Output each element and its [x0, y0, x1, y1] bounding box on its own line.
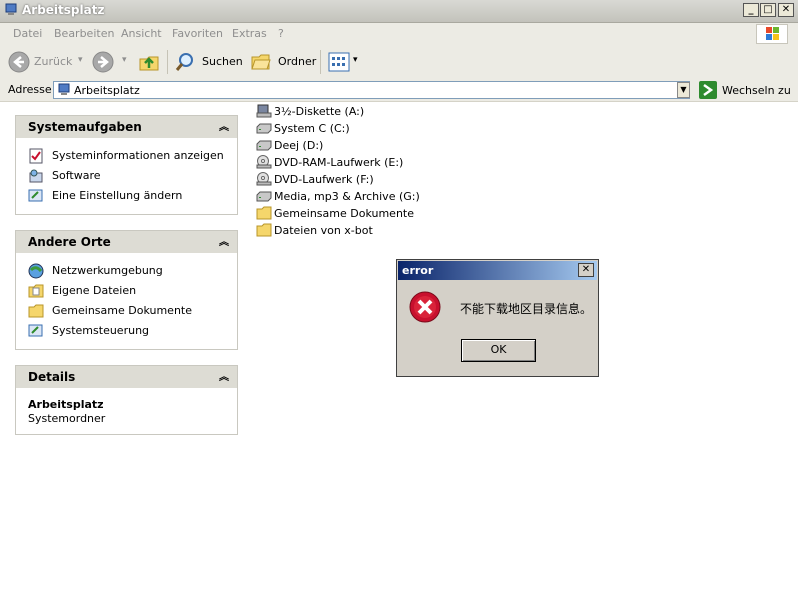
hard-drive-icon — [256, 140, 272, 151]
dialog-title: error — [402, 264, 434, 277]
error-icon — [409, 291, 441, 323]
go-button-label[interactable]: Wechseln zu — [722, 84, 791, 97]
close-button[interactable]: ✕ — [778, 3, 794, 17]
place-label: Netzwerkumgebung — [52, 264, 163, 277]
hard-drive-icon — [256, 123, 272, 134]
drive-label: System C (C:) — [274, 122, 350, 135]
error-dialog: error ✕ 不能下载地区目录信息。 OK — [396, 259, 599, 377]
drive-label: DVD-RAM-Laufwerk (E:) — [274, 156, 404, 169]
details-header[interactable]: Details ︽ — [16, 366, 237, 388]
toolbar-separator — [167, 50, 168, 74]
window-title: Arbeitsplatz — [22, 3, 105, 17]
address-input[interactable]: Arbeitsplatz — [53, 81, 690, 99]
forward-arrow-icon[interactable] — [92, 51, 114, 73]
menu-bearbeiten[interactable]: Bearbeiten — [54, 27, 114, 40]
folder-label: Dateien von x-bot — [274, 224, 373, 237]
folders-icon[interactable] — [250, 51, 272, 73]
place-label: Gemeinsame Dokumente — [52, 304, 192, 317]
other-places-title: Andere Orte — [28, 235, 111, 249]
windows-logo-icon — [756, 24, 788, 44]
drive-label: 3½-Diskette (A:) — [274, 105, 365, 118]
collapse-chevron-icon[interactable]: ︽ — [219, 368, 229, 383]
back-button-label[interactable]: Zurück — [34, 55, 72, 68]
toolbar-separator — [320, 50, 321, 74]
search-icon[interactable] — [174, 51, 196, 73]
floppy-drive-icon — [256, 104, 272, 118]
ok-button[interactable]: OK — [461, 339, 536, 362]
menu-extras[interactable]: Extras — [232, 27, 267, 40]
system-tasks-panel: Systemaufgaben ︽ Systeminformationen anz… — [15, 115, 238, 215]
back-dropdown-icon[interactable]: ▾ — [78, 55, 83, 65]
toolbar: Zurück ▾ ▾ Suchen Ordner ▾ — [0, 45, 798, 80]
hard-drive-icon — [256, 191, 272, 202]
system-tasks-header[interactable]: Systemaufgaben ︽ — [16, 116, 237, 138]
system-info-icon — [29, 148, 43, 164]
title-bar: Arbeitsplatz _ □ ✕ — [0, 0, 798, 23]
details-name: Arbeitsplatz — [28, 398, 104, 411]
address-dropdown-button[interactable]: ▼ — [677, 82, 690, 98]
menu-ansicht[interactable]: Ansicht — [121, 27, 162, 40]
other-places-panel: Andere Orte ︽ Netzwerkumgebung Eigene Da… — [15, 230, 238, 350]
view-icon[interactable] — [328, 52, 350, 72]
control-panel-icon — [28, 189, 43, 202]
menu-bar: Datei Bearbeiten Ansicht Favoriten Extra… — [0, 23, 798, 46]
details-panel: Details ︽ Arbeitsplatz Systemordner — [15, 365, 238, 435]
drive-label: Media, mp3 & Archive (G:) — [274, 190, 420, 203]
menu-datei[interactable]: Datei — [13, 27, 42, 40]
task-label: Eine Einstellung ändern — [52, 189, 183, 202]
menu-help[interactable]: ? — [278, 27, 284, 40]
dialog-message: 不能下载地区目录信息。 — [460, 302, 593, 316]
details-type: Systemordner — [28, 412, 106, 425]
collapse-chevron-icon[interactable]: ︽ — [219, 233, 229, 248]
dialog-close-button[interactable]: ✕ — [578, 263, 594, 277]
search-button-label[interactable]: Suchen — [202, 55, 243, 68]
folders-button-label[interactable]: Ordner — [278, 55, 316, 68]
folder-label: Gemeinsame Dokumente — [274, 207, 414, 220]
collapse-chevron-icon[interactable]: ︽ — [219, 118, 229, 133]
place-label: Eigene Dateien — [52, 284, 137, 297]
details-title: Details — [28, 370, 76, 384]
task-label: Software — [52, 169, 101, 182]
drive-label: Deej (D:) — [274, 139, 324, 152]
back-arrow-icon[interactable] — [8, 51, 30, 73]
view-dropdown-icon[interactable]: ▾ — [353, 55, 358, 65]
minimize-button[interactable]: _ — [743, 3, 759, 17]
folder-icon — [256, 206, 272, 220]
forward-dropdown-icon[interactable]: ▾ — [122, 55, 127, 65]
documents-folder-icon — [28, 284, 44, 298]
network-icon — [28, 263, 44, 279]
place-label: Systemsteuerung — [52, 324, 150, 337]
menu-favoriten[interactable]: Favoriten — [172, 27, 223, 40]
folder-up-icon[interactable] — [138, 51, 160, 73]
dialog-title-bar: error ✕ — [398, 261, 597, 280]
software-icon — [29, 169, 43, 183]
maximize-button[interactable]: □ — [760, 3, 776, 17]
control-panel-icon — [28, 324, 43, 337]
computer-icon — [58, 83, 70, 95]
dvd-drive-icon — [256, 172, 272, 186]
other-places-header[interactable]: Andere Orte ︽ — [16, 231, 237, 253]
folder-icon — [28, 304, 44, 318]
address-value: Arbeitsplatz — [74, 84, 140, 97]
drive-label: DVD-Laufwerk (F:) — [274, 173, 374, 186]
dvd-drive-icon — [256, 155, 272, 169]
address-label: Adresse — [8, 83, 52, 96]
computer-icon — [5, 3, 17, 15]
system-tasks-title: Systemaufgaben — [28, 120, 142, 134]
task-label: Systeminformationen anzeigen — [52, 149, 224, 162]
go-arrow-icon[interactable] — [699, 81, 717, 99]
folder-icon — [256, 223, 272, 237]
